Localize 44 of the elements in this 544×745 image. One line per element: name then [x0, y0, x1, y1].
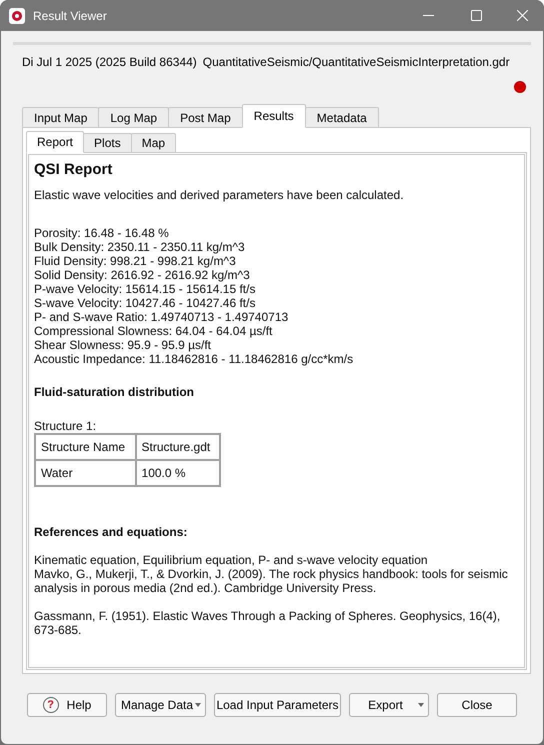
- parameter-line: Solid Density: 2616.92 - 2616.92 kg/m^3: [34, 268, 251, 282]
- minimize-icon[interactable]: [423, 14, 434, 16]
- parameter-line: Compressional Slowness: 64.04 - 64.04 µs/ft: [34, 324, 274, 338]
- caret-icon: [418, 703, 424, 707]
- tab[interactable]: Log Map: [98, 107, 170, 128]
- parameter-line: Porosity: 16.48 - 16.48 %: [34, 226, 170, 240]
- help-button[interactable]: ? Help: [27, 693, 107, 717]
- parameter-line: Acoustic Impedance: 11.18462816 - 11.18462816 g/cc*km/s: [34, 352, 354, 366]
- build-info: Di Jul 1 2025 (2025 Build 86344): [22, 54, 197, 71]
- tab[interactable]: Metadata: [304, 107, 379, 128]
- section-heading: References and equations:: [34, 525, 188, 539]
- intro-text: Elastic wave velocities and derived parameters have been calculated.: [34, 188, 405, 202]
- caret-icon: [195, 703, 201, 707]
- parameter-line: Bulk Density: 2350.11 - 2350.11 kg/m^3: [34, 240, 246, 254]
- parameter-line: Fluid Density: 998.21 - 998.21 kg/m^3: [34, 254, 237, 268]
- tab[interactable]: Post Map: [168, 107, 243, 128]
- parameter-line: Shear Slowness: 95.9 - 95.9 µs/ft: [34, 338, 212, 352]
- tab[interactable]: Map: [130, 133, 176, 153]
- tab[interactable]: Input Map: [22, 107, 100, 128]
- file-path: QuantitativeSeismic/QuantitativeSeismicInterpretation.gdr: [202, 54, 510, 71]
- table-cell: Structure.gdt: [136, 434, 220, 460]
- parameter-line: P- and S-wave Ratio: 1.49740713 - 1.49740713: [34, 310, 290, 324]
- tab[interactable]: Plots: [83, 133, 132, 153]
- tab[interactable]: Report: [26, 131, 84, 153]
- window-title: Result Viewer: [33, 8, 107, 24]
- structure-label: Structure 1:: [34, 419, 98, 433]
- maximize-icon[interactable]: [471, 10, 482, 21]
- app-icon: [9, 8, 25, 24]
- tab[interactable]: Results: [242, 104, 306, 128]
- report-title: QSI Report: [34, 161, 114, 179]
- table-cell: Water: [35, 460, 136, 486]
- parameter-line: S-wave Velocity: 10427.46 - 10427.46 ft/s: [34, 296, 256, 310]
- section-heading: Fluid-saturation distribution: [34, 385, 195, 399]
- parameter-line: P-wave Velocity: 15614.15 - 15614.15 ft/s: [34, 282, 256, 296]
- reference-text: Kinematic equation, Equilibrium equation, P- and s-wave velocity equation Mavko, G., Mukerji, T., & Dvorkin, J. (2009). The rock physics handbook: tools for seismic analysis in porous media (2nd ed.). Cambridge University Press.: [34, 553, 509, 595]
- dropdown-button[interactable]: Export: [349, 693, 429, 717]
- table-cell: Structure Name: [35, 434, 136, 460]
- table-cell: 100.0 %: [136, 460, 220, 486]
- reference-text: Gassmann, F. (1951). Elastic Waves Through a Packing of Spheres. Geophysics, 16(4), 673-685.: [34, 609, 502, 637]
- action-button[interactable]: Close: [437, 693, 517, 717]
- help-icon: ?: [42, 697, 59, 713]
- close-icon[interactable]: [517, 10, 528, 21]
- dropdown-button[interactable]: Manage Data: [115, 693, 206, 717]
- action-button[interactable]: Load Input Parameters: [214, 693, 341, 717]
